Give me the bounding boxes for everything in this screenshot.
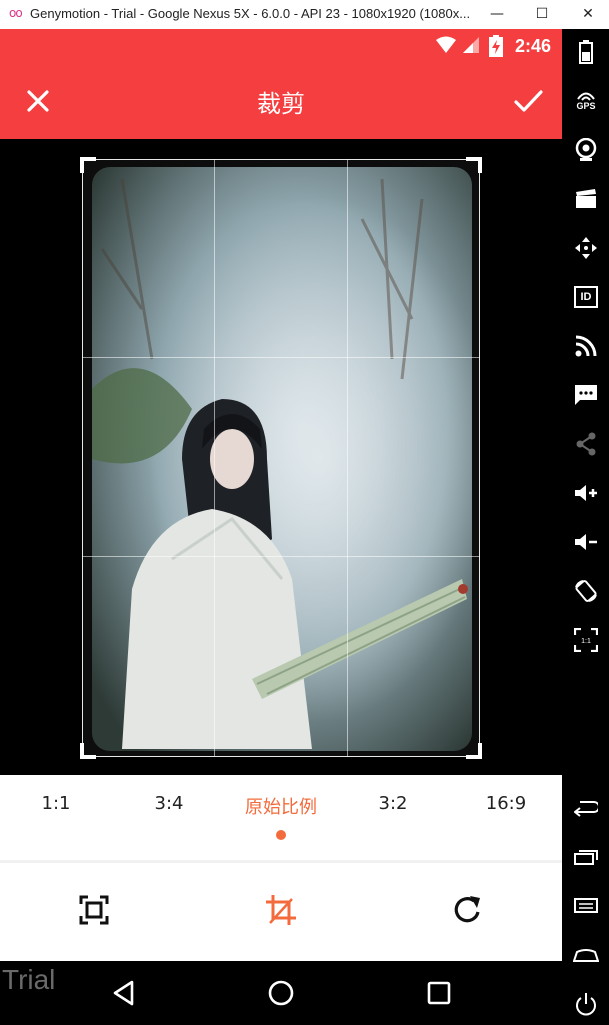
emulator-sidebar: GPS ID 1:1: [562, 29, 609, 1025]
gps-widget-icon[interactable]: GPS: [572, 87, 600, 115]
genymotion-logo-icon: oo: [9, 6, 23, 20]
rotate-screen-icon[interactable]: [572, 577, 600, 605]
wifi-icon: [436, 36, 456, 53]
ratio-option-16-9[interactable]: 16:9: [451, 793, 561, 814]
emulator-title-bar: oo Genymotion - Trial - Google Nexus 5X …: [0, 0, 609, 29]
pixel-perfect-label: 1:1: [581, 638, 591, 645]
grid-line-vertical: [347, 159, 348, 757]
crop-toolbar: [0, 863, 562, 961]
crop-corner-handle-bottom-right[interactable]: [466, 743, 482, 759]
crop-border: [82, 159, 480, 757]
crop-canvas[interactable]: [0, 139, 562, 775]
menu-key-icon[interactable]: [572, 892, 600, 920]
volume-down-icon[interactable]: [572, 528, 600, 556]
page-title: 裁剪: [257, 90, 305, 118]
ratio-option-3-2[interactable]: 3:2: [338, 793, 448, 814]
volume-up-icon[interactable]: [572, 479, 600, 507]
ratio-option-1-1[interactable]: 1:1: [1, 793, 111, 814]
minimize-button[interactable]: —: [485, 3, 509, 25]
crop-corner-handle-top-right[interactable]: [466, 157, 482, 173]
trial-watermark: Trial: [2, 964, 56, 995]
device-id-widget-icon[interactable]: ID: [572, 283, 600, 311]
id-label: ID: [574, 286, 598, 308]
window-close-button[interactable]: ✕: [576, 3, 600, 25]
dpad-widget-icon[interactable]: [572, 234, 600, 262]
power-key-icon[interactable]: [572, 990, 600, 1018]
nav-home-icon[interactable]: [267, 979, 295, 1007]
nav-back-icon[interactable]: [110, 979, 138, 1007]
cell-signal-icon: [463, 37, 479, 53]
battery-widget-icon[interactable]: [572, 38, 600, 66]
selected-ratio-indicator: [276, 830, 286, 840]
back-key-icon[interactable]: [572, 794, 600, 822]
confirm-check-button[interactable]: [510, 83, 546, 119]
share-widget-icon[interactable]: [572, 430, 600, 458]
recent-apps-key-icon[interactable]: [572, 843, 600, 871]
rss-feed-widget-icon[interactable]: [572, 332, 600, 360]
crop-corner-handle-bottom-left[interactable]: [80, 743, 96, 759]
status-bar: 2:46: [0, 29, 562, 63]
pixel-perfect-icon[interactable]: 1:1: [572, 626, 600, 654]
gps-label: GPS: [576, 101, 596, 111]
app-bar: 裁剪: [0, 63, 562, 139]
crop-frame[interactable]: [80, 157, 482, 759]
android-nav-bar: [0, 961, 562, 1025]
rotate-icon[interactable]: [452, 894, 484, 926]
crop-corner-handle-top-left[interactable]: [80, 157, 96, 173]
screencast-widget-icon[interactable]: [572, 185, 600, 213]
aspect-ratio-bar: 1:1 3:4 原始比例 3:2 16:9: [0, 775, 562, 860]
grid-line-horizontal: [82, 357, 480, 358]
maximize-button[interactable]: ☐: [530, 3, 554, 25]
home-key-icon[interactable]: [572, 941, 600, 969]
nav-recents-icon[interactable]: [425, 979, 453, 1007]
android-screen: 2:46 裁剪 1:1 3:4 原始比例 3:2 16:9: [0, 29, 562, 1025]
status-clock: 2:46: [514, 36, 551, 56]
sms-widget-icon[interactable]: [572, 381, 600, 409]
crop-icon[interactable]: [265, 894, 297, 926]
ratio-option-original[interactable]: 原始比例: [226, 793, 336, 819]
camera-widget-icon[interactable]: [572, 136, 600, 164]
window-title: Genymotion - Trial - Google Nexus 5X - 6…: [30, 6, 471, 21]
battery-charging-icon: [489, 35, 503, 57]
grid-line-vertical: [214, 159, 215, 757]
ratio-option-3-4[interactable]: 3:4: [114, 793, 224, 814]
fit-frame-icon[interactable]: [78, 894, 110, 926]
grid-line-horizontal: [82, 556, 480, 557]
